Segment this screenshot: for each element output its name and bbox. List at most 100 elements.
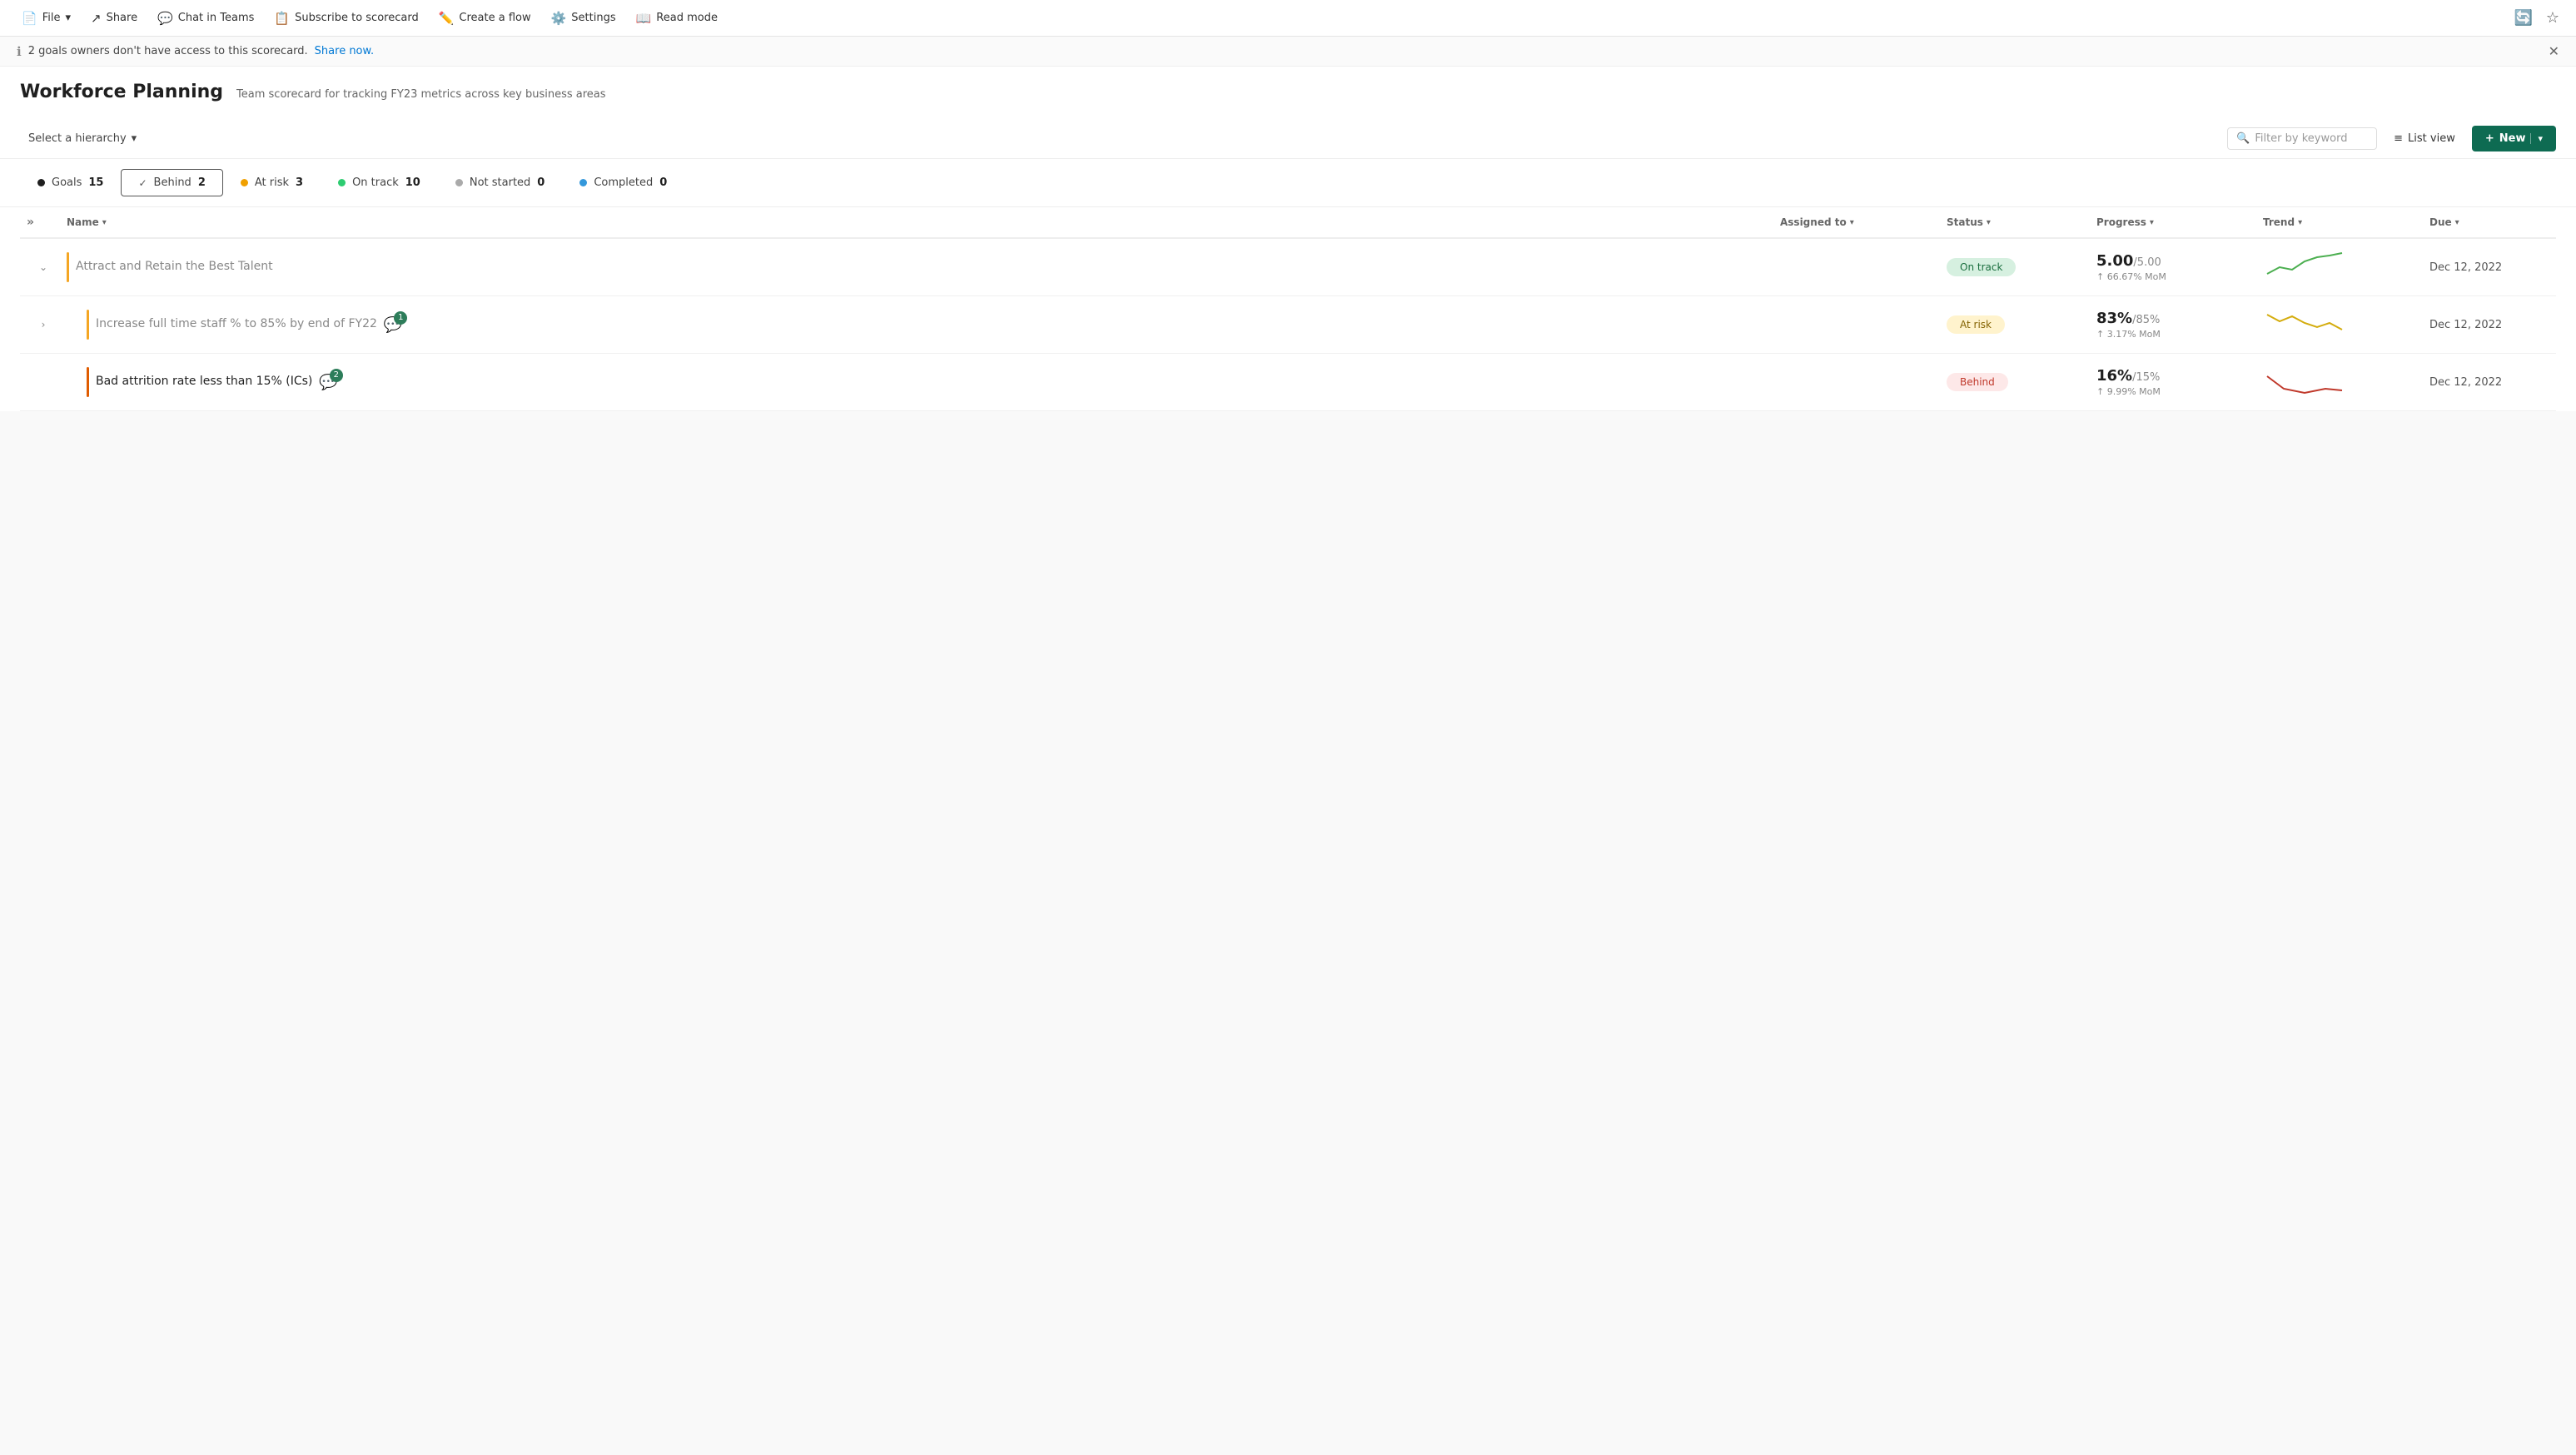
atrisk-label: At risk [255, 176, 289, 189]
top-nav: 📄 File ▾ ↗ Share 💬 Chat in Teams 📋 Subsc… [0, 0, 2576, 37]
trend-chart-child1 [2263, 306, 2346, 340]
col-trend-label: Trend [2263, 216, 2295, 228]
expand-all-icon[interactable]: » [27, 216, 34, 229]
subscribe-icon: 📋 [274, 11, 290, 26]
collapse-button-parent1[interactable]: ⌄ [36, 258, 51, 276]
trend-col-child1 [2256, 306, 2423, 343]
progress-col-parent1: 5.00/5.00 ↑ 66.67% MoM [2090, 252, 2256, 282]
hierarchy-label: Select a hierarchy [28, 132, 127, 145]
list-view-button[interactable]: ≡ List view [2385, 127, 2464, 150]
goals-label: Goals [52, 176, 82, 189]
nav-right-icons: 🔄 ☆ [2510, 6, 2563, 30]
progress-main-parent1: 5.00 [2096, 252, 2133, 270]
due-col-child1: Dec 12, 2022 [2423, 319, 2556, 331]
share-now-link[interactable]: Share now. [315, 45, 374, 57]
trend-chart-child2 [2263, 364, 2346, 397]
due-date-child1: Dec 12, 2022 [2429, 319, 2502, 331]
status-col-parent1: On track [1940, 258, 2090, 276]
hierarchy-select[interactable]: Select a hierarchy ▾ [20, 127, 145, 150]
notification-text: 2 goals owners don't have access to this… [28, 45, 308, 57]
progress-main-child2: 16% [2096, 367, 2132, 385]
status-badge-child2: Behind [1947, 373, 2008, 391]
notstarted-label: Not started [470, 176, 530, 189]
name-col-child1: Increase full time staff % to 85% by end… [60, 310, 1773, 340]
nav-file[interactable]: 📄 File ▾ [13, 6, 79, 31]
col-due-label: Due [2429, 216, 2452, 228]
table-row: ⌄ Attract and Retain the Best Talent On … [20, 239, 2556, 296]
tab-at-risk[interactable]: At risk 3 [223, 169, 321, 196]
col-progress[interactable]: Progress ▾ [2090, 216, 2256, 229]
nav-share[interactable]: ↗ Share [82, 6, 146, 31]
table-row: Bad attrition rate less than 15% (ICs) 💬… [20, 354, 2556, 411]
nav-create-flow[interactable]: ✏️ Create a flow [430, 6, 540, 31]
col-assigned-to[interactable]: Assigned to ▾ [1773, 216, 1940, 229]
col-name-label: Name [67, 216, 99, 228]
expand-button-child1[interactable]: › [38, 315, 49, 334]
nav-read-mode[interactable]: 📖 Read mode [628, 6, 726, 31]
tab-behind[interactable]: ✓ Behind 2 [121, 169, 222, 196]
new-label: New [2499, 132, 2526, 145]
progress-mom-child2: ↑ 9.99% MoM [2096, 386, 2250, 397]
status-badge-child1: At risk [1947, 315, 2005, 334]
comment-icon-wrap-child1[interactable]: 💬 1 [384, 316, 402, 334]
nav-chat-in-teams[interactable]: 💬 Chat in Teams [149, 6, 262, 31]
col-expand: » [20, 216, 60, 229]
comment-count-child1: 1 [394, 311, 407, 325]
table-header: » Name ▾ Assigned to ▾ Status ▾ Progress… [20, 207, 2556, 239]
refresh-icon[interactable]: 🔄 [2510, 6, 2535, 30]
search-icon: 🔍 [2236, 132, 2250, 145]
file-icon: 📄 [22, 11, 37, 26]
info-icon: ℹ [17, 44, 22, 59]
goal-name-child2[interactable]: Bad attrition rate less than 15% (ICs) [96, 374, 312, 390]
progress-target-child1: /85% [2132, 314, 2160, 326]
tab-completed[interactable]: Completed 0 [562, 169, 684, 196]
notification-close[interactable]: ✕ [2549, 43, 2559, 59]
assigned-sort-icon: ▾ [1850, 218, 1854, 227]
status-sort-icon: ▾ [1987, 218, 1991, 227]
toolbar: Select a hierarchy ▾ 🔍 Filter by keyword… [0, 119, 2576, 159]
toolbar-right: 🔍 Filter by keyword ≡ List view + New ▾ [2227, 126, 2556, 151]
star-icon[interactable]: ☆ [2543, 6, 2563, 30]
page-title: Workforce Planning [20, 82, 223, 102]
goal-name-child1[interactable]: Increase full time staff % to 85% by end… [96, 316, 377, 333]
expand-col-child1: › [20, 315, 60, 334]
tab-not-started[interactable]: Not started 0 [438, 169, 562, 196]
col-progress-label: Progress [2096, 216, 2146, 228]
progress-mom-parent1: ↑ 66.67% MoM [2096, 271, 2250, 282]
completed-count: 0 [659, 176, 667, 189]
goal-name-parent1[interactable]: Attract and Retain the Best Talent [76, 259, 273, 276]
col-due[interactable]: Due ▾ [2423, 216, 2556, 229]
notification-bar: ℹ 2 goals owners don't have access to th… [0, 37, 2576, 67]
atrisk-dot [241, 179, 248, 186]
filter-box[interactable]: 🔍 Filter by keyword [2227, 127, 2377, 150]
col-status[interactable]: Status ▾ [1940, 216, 2090, 229]
nav-subscribe[interactable]: 📋 Subscribe to scorecard [266, 6, 426, 31]
completed-dot [579, 179, 587, 186]
comment-icon-wrap-child2[interactable]: 💬 2 [319, 374, 337, 391]
col-trend[interactable]: Trend ▾ [2256, 216, 2423, 229]
comment-count-child2: 2 [330, 369, 343, 382]
completed-label: Completed [594, 176, 653, 189]
new-plus-icon: + [2485, 132, 2494, 145]
goals-dot [37, 179, 45, 186]
status-bar-child1 [87, 310, 89, 340]
tab-goals[interactable]: Goals 15 [20, 169, 121, 196]
status-bar-parent1 [67, 252, 69, 282]
new-button[interactable]: + New ▾ [2472, 126, 2556, 151]
list-view-icon: ≡ [2394, 132, 2403, 145]
settings-icon: ⚙️ [551, 11, 567, 26]
progress-col-child2: 16%/15% ↑ 9.99% MoM [2090, 367, 2256, 397]
tab-on-track[interactable]: On track 10 [321, 169, 438, 196]
col-name[interactable]: Name ▾ [60, 216, 1773, 229]
atrisk-count: 3 [296, 176, 303, 189]
trend-sort-icon: ▾ [2298, 218, 2302, 227]
ontrack-count: 10 [405, 176, 420, 189]
behind-check-icon: ✓ [138, 177, 147, 189]
due-sort-icon: ▾ [2455, 218, 2459, 227]
nav-settings[interactable]: ⚙️ Settings [543, 6, 624, 31]
notstarted-dot [455, 179, 463, 186]
progress-main-child1: 83% [2096, 310, 2132, 327]
ontrack-label: On track [352, 176, 399, 189]
hierarchy-chevron: ▾ [132, 132, 137, 145]
progress-sort-icon: ▾ [2150, 218, 2154, 227]
